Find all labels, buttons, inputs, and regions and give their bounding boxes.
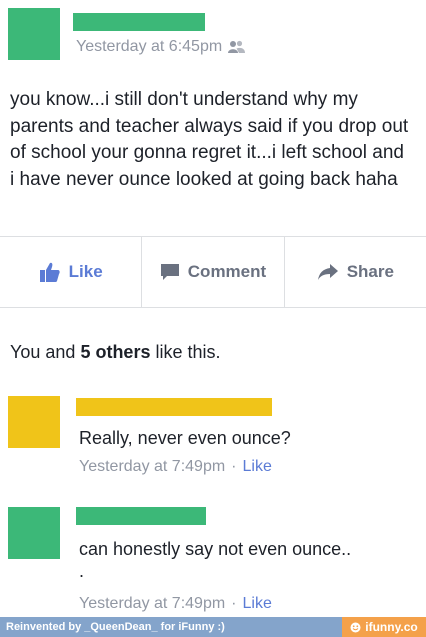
comment-text: can honestly say not even ounce.. [79, 539, 352, 559]
likes-summary[interactable]: You and 5 others like this. [10, 342, 221, 363]
ifunny-logo-text: ifunny.co [365, 620, 418, 634]
footer-credit: Reinvented by _QueenDean_ for iFunny :) [6, 621, 225, 633]
like-button[interactable]: Like [0, 237, 141, 307]
comment-button[interactable]: Comment [141, 237, 283, 307]
post-author-avatar[interactable] [8, 8, 60, 60]
thumbs-up-icon [39, 262, 60, 282]
comment-author-avatar[interactable] [8, 396, 60, 448]
comment-like-link[interactable]: Like [243, 458, 272, 475]
post-body-text: you know...i still don't understand why … [10, 89, 409, 190]
friends-icon [228, 40, 246, 53]
post-action-bar: Like Comment Share [0, 236, 426, 308]
share-button[interactable]: Share [283, 237, 426, 307]
comment-meta: Yesterday at 7:49pm · Like [79, 458, 272, 476]
smiley-icon [350, 622, 361, 632]
post-timestamp[interactable]: Yesterday at 6:45pm [76, 38, 222, 56]
comment-timestamp[interactable]: Yesterday at 7:49pm [79, 458, 225, 475]
post-timestamp-row: Yesterday at 6:45pm [76, 38, 246, 56]
comment-author-name-redacted[interactable] [76, 398, 272, 416]
meta-separator: · [231, 458, 237, 475]
post-author-name-redacted[interactable] [73, 13, 205, 31]
comment-author-avatar[interactable] [8, 507, 60, 559]
watermark-footer: Reinvented by _QueenDean_ for iFunny :) … [0, 617, 426, 637]
like-button-label: Like [68, 262, 103, 281]
likes-others-link[interactable]: 5 others [80, 342, 150, 362]
likes-prefix: You and [10, 342, 76, 362]
comment-like-link[interactable]: Like [243, 595, 272, 612]
comment-button-label: Comment [187, 262, 267, 281]
likes-suffix: like this. [155, 342, 221, 362]
comment-text: Really, never even ounce? [79, 428, 291, 448]
comment-text-continuation: . [79, 561, 85, 581]
comment-timestamp[interactable]: Yesterday at 7:49pm [79, 595, 225, 612]
share-arrow-icon [317, 264, 338, 280]
comment-author-name-redacted[interactable] [76, 507, 206, 525]
comment-bubble-icon [160, 264, 179, 280]
comment-meta: Yesterday at 7:49pm · Like [79, 595, 272, 613]
ifunny-logo: ifunny.co [342, 617, 426, 637]
share-button-label: Share [346, 262, 394, 281]
meta-separator: · [231, 595, 237, 612]
